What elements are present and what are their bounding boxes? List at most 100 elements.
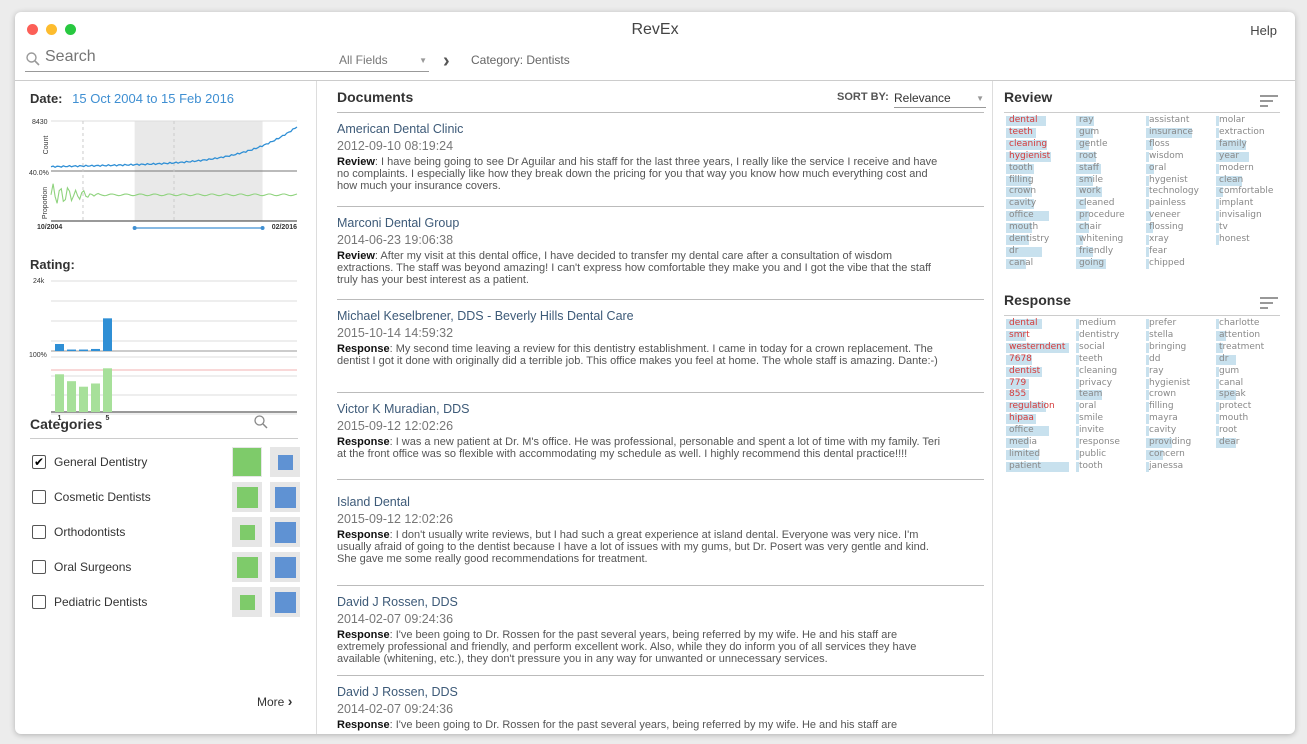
term-item[interactable]: chair xyxy=(1076,222,1144,234)
term-item[interactable]: root xyxy=(1216,425,1284,437)
term-item[interactable]: cavity xyxy=(1146,425,1214,437)
category-checkbox[interactable] xyxy=(32,595,46,609)
category-checkbox[interactable] xyxy=(32,560,46,574)
sort-icon[interactable] xyxy=(1260,95,1278,107)
term-item[interactable]: procedure xyxy=(1076,210,1144,222)
more-button[interactable]: More › xyxy=(257,693,292,709)
category-checkbox[interactable] xyxy=(32,525,46,539)
term-item[interactable]: technology xyxy=(1146,186,1214,198)
term-item[interactable]: molar xyxy=(1216,115,1284,127)
term-item[interactable]: public xyxy=(1076,449,1144,461)
term-item[interactable]: filling xyxy=(1146,401,1214,413)
category-checkbox[interactable] xyxy=(32,490,46,504)
term-item[interactable]: smile xyxy=(1076,175,1144,187)
term-item[interactable]: cavity xyxy=(1006,198,1074,210)
term-item[interactable]: social xyxy=(1076,342,1144,354)
term-item[interactable]: tooth xyxy=(1006,163,1074,175)
breadcrumb[interactable]: Category: Dentists xyxy=(471,53,570,67)
term-item[interactable]: 855 xyxy=(1006,389,1074,401)
term-item[interactable]: providing xyxy=(1146,437,1214,449)
term-item[interactable]: smile xyxy=(1076,413,1144,425)
term-item[interactable]: dentist xyxy=(1006,366,1074,378)
term-item[interactable]: canal xyxy=(1006,258,1074,270)
term-item[interactable]: whitening xyxy=(1076,234,1144,246)
term-item[interactable]: 779 xyxy=(1006,378,1074,390)
term-item[interactable]: oral xyxy=(1076,401,1144,413)
term-item[interactable]: teeth xyxy=(1076,354,1144,366)
term-item[interactable]: gentle xyxy=(1076,139,1144,151)
document-item[interactable]: Victor K Muradian, DDS 2015-09-12 12:02:2… xyxy=(337,393,984,480)
term-item[interactable]: modern xyxy=(1216,163,1284,175)
term-item[interactable]: concern xyxy=(1146,449,1214,461)
date-range[interactable]: 15 Oct 2004 to 15 Feb 2016 xyxy=(72,91,234,106)
term-item[interactable]: protect xyxy=(1216,401,1284,413)
term-item[interactable]: clean xyxy=(1216,175,1284,187)
term-item[interactable]: prefer xyxy=(1146,318,1214,330)
chevron-down-icon[interactable]: ▼ xyxy=(419,56,427,65)
term-item[interactable]: filling xyxy=(1006,175,1074,187)
term-item[interactable]: insurance xyxy=(1146,127,1214,139)
term-item[interactable]: crown xyxy=(1006,186,1074,198)
term-item[interactable]: mouth xyxy=(1006,222,1074,234)
term-item[interactable]: canal xyxy=(1216,378,1284,390)
term-item[interactable]: invite xyxy=(1076,425,1144,437)
term-item[interactable]: teeth xyxy=(1006,127,1074,139)
term-item[interactable]: smrt xyxy=(1006,330,1074,342)
term-item[interactable]: attention xyxy=(1216,330,1284,342)
term-item[interactable]: hygienist xyxy=(1006,151,1074,163)
term-item[interactable]: extraction xyxy=(1216,127,1284,139)
sort-select[interactable]: Relevance ▼ xyxy=(894,91,986,108)
term-item[interactable]: dentistry xyxy=(1076,330,1144,342)
term-item[interactable]: dr xyxy=(1006,246,1074,258)
term-item[interactable]: dentistry xyxy=(1006,234,1074,246)
term-item[interactable]: hygenist xyxy=(1146,175,1214,187)
term-item[interactable]: implant xyxy=(1216,198,1284,210)
term-item[interactable]: dental xyxy=(1006,115,1074,127)
term-item[interactable]: cleaned xyxy=(1076,198,1144,210)
term-item[interactable]: comfortable xyxy=(1216,186,1284,198)
document-item[interactable]: Michael Keselbrener, DDS - Beverly Hills… xyxy=(337,300,984,393)
term-item[interactable]: staff xyxy=(1076,163,1144,175)
term-item[interactable]: mouth xyxy=(1216,413,1284,425)
term-item[interactable]: hipaa xyxy=(1006,413,1074,425)
term-item[interactable]: gum xyxy=(1076,127,1144,139)
term-item[interactable]: media xyxy=(1006,437,1074,449)
term-item[interactable]: dental xyxy=(1006,318,1074,330)
field-select[interactable]: All Fields xyxy=(339,53,388,67)
category-item[interactable]: Pediatric Dentists xyxy=(30,587,300,622)
term-item[interactable]: dd xyxy=(1146,354,1214,366)
search-input[interactable] xyxy=(45,48,325,66)
term-item[interactable]: wisdom xyxy=(1146,151,1214,163)
term-item[interactable]: medium xyxy=(1076,318,1144,330)
help-menu[interactable]: Help xyxy=(1250,23,1277,38)
term-item[interactable]: limited xyxy=(1006,449,1074,461)
term-item[interactable]: friendly xyxy=(1076,246,1144,258)
term-item[interactable]: mayra xyxy=(1146,413,1214,425)
rating-chart[interactable]: 24k100%1 5 xyxy=(29,275,299,425)
term-item[interactable]: treatment xyxy=(1216,342,1284,354)
document-item[interactable]: Marconi Dental Group 2014-06-23 19:06:38 R… xyxy=(337,207,984,300)
term-item[interactable]: stella xyxy=(1146,330,1214,342)
category-item[interactable]: ✔ General Dentistry xyxy=(30,447,300,482)
term-item[interactable]: ray xyxy=(1076,115,1144,127)
term-item[interactable]: invisalign xyxy=(1216,210,1284,222)
document-title[interactable]: David J Rossen, DDS xyxy=(337,595,984,609)
term-item[interactable]: privacy xyxy=(1076,378,1144,390)
term-item[interactable]: cleaning xyxy=(1006,139,1074,151)
term-item[interactable]: patient xyxy=(1006,461,1074,473)
document-title[interactable]: Marconi Dental Group xyxy=(337,216,984,230)
search-icon[interactable] xyxy=(253,414,269,430)
term-item[interactable]: tv xyxy=(1216,222,1284,234)
term-item[interactable]: response xyxy=(1076,437,1144,449)
category-item[interactable]: Orthodontists xyxy=(30,517,300,552)
term-item[interactable]: honest xyxy=(1216,234,1284,246)
category-item[interactable]: Cosmetic Dentists xyxy=(30,482,300,517)
term-item[interactable]: fear xyxy=(1146,246,1214,258)
category-checkbox[interactable]: ✔ xyxy=(32,455,46,469)
term-item[interactable]: crown xyxy=(1146,389,1214,401)
category-item[interactable]: Oral Surgeons xyxy=(30,552,300,587)
term-item[interactable]: work xyxy=(1076,186,1144,198)
time-chart[interactable]: 8430 40.0% Count Proportion 10/2004 02/2016 xyxy=(29,115,299,235)
term-item[interactable]: cleaning xyxy=(1076,366,1144,378)
document-title[interactable]: David J Rossen, DDS xyxy=(337,685,984,699)
